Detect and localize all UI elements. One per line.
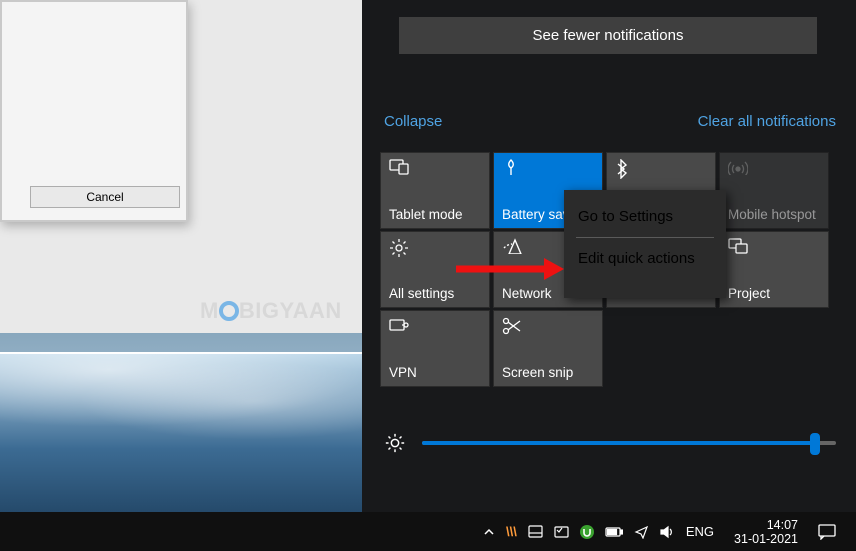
cancel-button[interactable]: Cancel bbox=[30, 186, 180, 208]
quick-action-label: Screen snip bbox=[502, 365, 573, 380]
context-go-to-settings[interactable]: Go to Settings bbox=[574, 202, 716, 231]
quick-action-label: Project bbox=[728, 286, 770, 301]
tray-utorrent-icon[interactable] bbox=[580, 525, 594, 539]
tray-touchpad-icon[interactable] bbox=[528, 525, 543, 538]
quick-action-tablet-mode[interactable]: Tablet mode bbox=[380, 152, 490, 229]
brightness-track[interactable] bbox=[422, 441, 836, 445]
quick-action-mobile-hotspot[interactable]: Mobile hotspot bbox=[719, 152, 829, 229]
tray-security-icon[interactable] bbox=[554, 524, 569, 539]
tray-airplane-icon[interactable] bbox=[634, 524, 649, 539]
tablet-icon bbox=[389, 159, 409, 175]
quick-action-label: Tablet mode bbox=[389, 207, 463, 222]
see-fewer-notifications-button[interactable]: See fewer notifications bbox=[399, 17, 817, 54]
vpn-icon bbox=[389, 317, 409, 333]
clock-date: 31-01-2021 bbox=[734, 532, 798, 546]
system-tray[interactable]: \\\ ENG bbox=[483, 512, 714, 551]
quick-action-label: VPN bbox=[389, 365, 417, 380]
tray-volume-icon[interactable] bbox=[660, 525, 675, 539]
tray-battery-icon[interactable] bbox=[605, 526, 623, 538]
quick-action-project[interactable]: Project bbox=[719, 231, 829, 308]
quick-action-context-menu: Go to Settings Edit quick actions bbox=[564, 190, 726, 298]
action-center-button[interactable] bbox=[808, 512, 846, 551]
quick-action-label: Mobile hotspot bbox=[728, 207, 816, 222]
quick-action-label: All settings bbox=[389, 286, 454, 301]
desktop-wallpaper bbox=[0, 352, 362, 512]
quick-action-screen-snip[interactable]: Screen snip bbox=[493, 310, 603, 387]
context-separator bbox=[576, 237, 714, 238]
snip-icon bbox=[502, 317, 522, 335]
watermark-text: MBIGYAAN bbox=[200, 298, 342, 324]
project-icon bbox=[728, 238, 748, 254]
collapse-link[interactable]: Collapse bbox=[384, 113, 442, 130]
taskbar-clock[interactable]: 14:07 31-01-2021 bbox=[734, 512, 798, 551]
wifi-icon bbox=[502, 238, 522, 254]
quick-action-label: Network bbox=[502, 286, 552, 301]
brightness-icon bbox=[384, 432, 406, 454]
taskbar: \\\ ENG 14:07 31-01-2021 bbox=[0, 512, 856, 551]
gear-icon bbox=[389, 238, 409, 258]
desktop-background: Cancel MBIGYAAN bbox=[0, 0, 362, 512]
brightness-fill bbox=[422, 441, 815, 445]
tray-app-icon[interactable]: \\\ bbox=[506, 524, 517, 539]
tray-chevron-up-icon[interactable] bbox=[483, 526, 495, 538]
bt-icon bbox=[615, 159, 627, 179]
quick-action-vpn[interactable]: VPN bbox=[380, 310, 490, 387]
clock-time: 14:07 bbox=[767, 518, 798, 532]
language-indicator[interactable]: ENG bbox=[686, 524, 714, 539]
hotspot-icon bbox=[728, 159, 748, 175]
dialog-window: Cancel bbox=[0, 0, 188, 222]
context-edit-quick-actions[interactable]: Edit quick actions bbox=[574, 244, 716, 273]
clear-all-notifications-link[interactable]: Clear all notifications bbox=[698, 113, 836, 130]
battery-icon bbox=[502, 159, 520, 177]
brightness-thumb[interactable] bbox=[810, 433, 820, 455]
quick-action-all-settings[interactable]: All settings bbox=[380, 231, 490, 308]
brightness-slider[interactable] bbox=[384, 432, 836, 454]
watermark-o-icon bbox=[219, 301, 239, 321]
